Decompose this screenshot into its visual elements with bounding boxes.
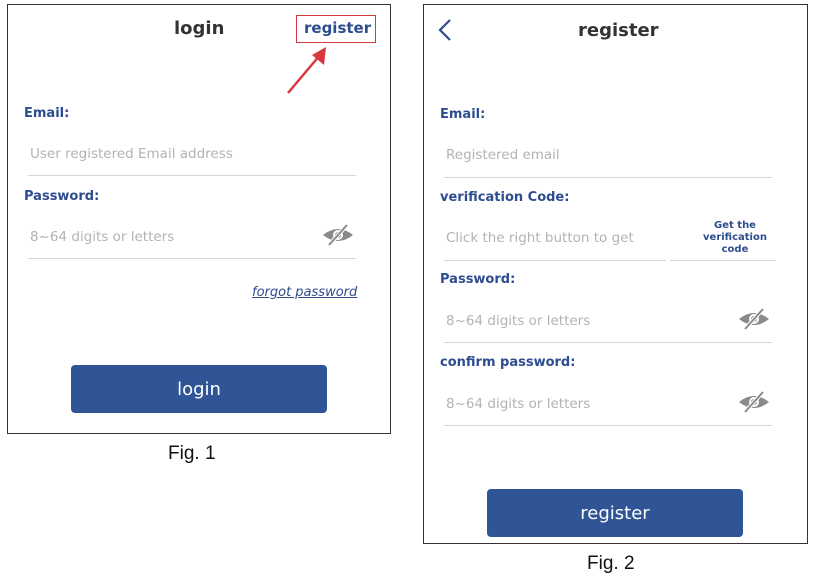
verification-code-underline	[444, 260, 666, 261]
register-screen: register Email: Registered email verific…	[423, 4, 808, 544]
password-underline	[28, 258, 356, 259]
email-underline	[444, 177, 772, 178]
eye-off-icon[interactable]	[737, 390, 771, 414]
forgot-password-link[interactable]: forgot password	[252, 285, 357, 300]
password-label: Password:	[440, 272, 516, 287]
email-input[interactable]: Registered email	[446, 147, 560, 163]
figure-caption: Fig. 1	[168, 443, 216, 464]
verification-code-input[interactable]: Click the right button to get	[446, 230, 634, 246]
login-screen: login register Email: User registered Em…	[7, 4, 391, 434]
login-button[interactable]: login	[71, 365, 327, 413]
figure-caption: Fig. 2	[587, 553, 635, 574]
password-input[interactable]: 8~64 digits or letters	[446, 313, 590, 329]
get-verification-code-button[interactable]: Get the verification code	[690, 220, 780, 256]
email-label: Email:	[440, 107, 486, 122]
page-title: register	[578, 20, 659, 41]
password-input[interactable]: 8~64 digits or letters	[30, 229, 174, 245]
confirm-password-label: confirm password:	[440, 355, 576, 370]
annotation-arrow-icon	[287, 47, 326, 94]
get-code-underline	[670, 260, 776, 261]
confirm-password-input[interactable]: 8~64 digits or letters	[446, 396, 590, 412]
email-underline	[28, 175, 356, 176]
email-input[interactable]: User registered Email address	[30, 146, 233, 162]
verification-code-label: verification Code:	[440, 190, 570, 205]
back-chevron-icon[interactable]	[436, 17, 454, 43]
register-button[interactable]: register	[487, 489, 743, 537]
page-title: login	[174, 18, 225, 39]
eye-off-icon[interactable]	[737, 307, 771, 331]
confirm-password-underline	[444, 425, 772, 426]
register-link[interactable]: register	[304, 19, 371, 37]
password-label: Password:	[24, 189, 100, 204]
eye-off-icon[interactable]	[321, 223, 355, 247]
password-underline	[444, 342, 772, 343]
email-label: Email:	[24, 106, 70, 121]
